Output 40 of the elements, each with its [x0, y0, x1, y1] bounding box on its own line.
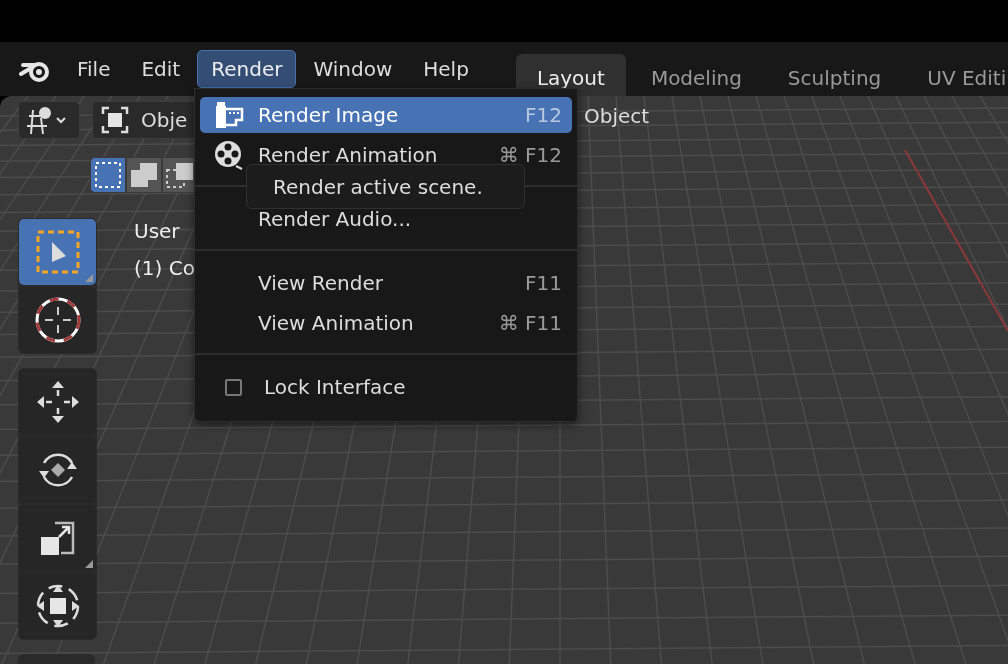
menu-item[interactable]: Render — [197, 50, 297, 88]
dashed-squares-icon — [165, 160, 195, 190]
menu-item[interactable]: View Render F11 — [200, 265, 572, 301]
tool-button[interactable] — [19, 505, 96, 571]
dashed-square-icon — [93, 160, 123, 190]
tool-button[interactable] — [19, 369, 96, 435]
select-mode-button[interactable] — [90, 157, 126, 193]
workspace-tab[interactable]: Sculpting — [766, 54, 903, 96]
workspace-tab[interactable]: UV Editi — [906, 54, 1008, 96]
mode-label: Obje — [141, 108, 188, 132]
tool-button[interactable] — [19, 287, 96, 353]
object-menu[interactable]: Object — [584, 104, 650, 128]
film-reel-icon — [214, 140, 244, 170]
tool-button[interactable] — [19, 573, 96, 639]
crosshair-circle-icon — [34, 297, 81, 343]
shortcut-text: F11 — [525, 271, 562, 295]
transform-icon — [34, 583, 81, 629]
viewport-info-text: (1) Co — [134, 257, 195, 280]
shortcut-text: ⌘ F12 — [498, 143, 562, 167]
tool-button[interactable] — [19, 437, 96, 503]
overlap-squares-icon — [129, 160, 159, 190]
menu-item[interactable]: Edit — [127, 50, 195, 88]
tooltip: Render active scene. — [246, 164, 525, 209]
menu-item[interactable]: Render Image F12 — [200, 97, 572, 133]
checkbox[interactable] — [225, 378, 242, 396]
film-roll-icon — [214, 100, 244, 130]
menu-item[interactable]: View Animation ⌘ F11 — [200, 305, 572, 341]
cursor-box-icon — [34, 229, 81, 275]
sphere-grid-icon — [25, 104, 67, 136]
menu-item[interactable]: Help — [409, 50, 483, 88]
shortcut-text: ⌘ F11 — [498, 311, 562, 335]
square-brackets-icon — [101, 106, 129, 134]
editor-type-button[interactable] — [18, 101, 80, 139]
workspace-tab[interactable]: Modeling — [629, 54, 763, 96]
menu-checkbox-item[interactable]: Lock Interface — [200, 369, 572, 405]
menu-item[interactable]: Window — [299, 50, 407, 88]
shortcut-text: F12 — [525, 103, 562, 127]
viewport-info-text: User — [134, 220, 181, 243]
menu-item[interactable]: File — [63, 50, 125, 88]
select-mode-button[interactable] — [126, 157, 162, 193]
